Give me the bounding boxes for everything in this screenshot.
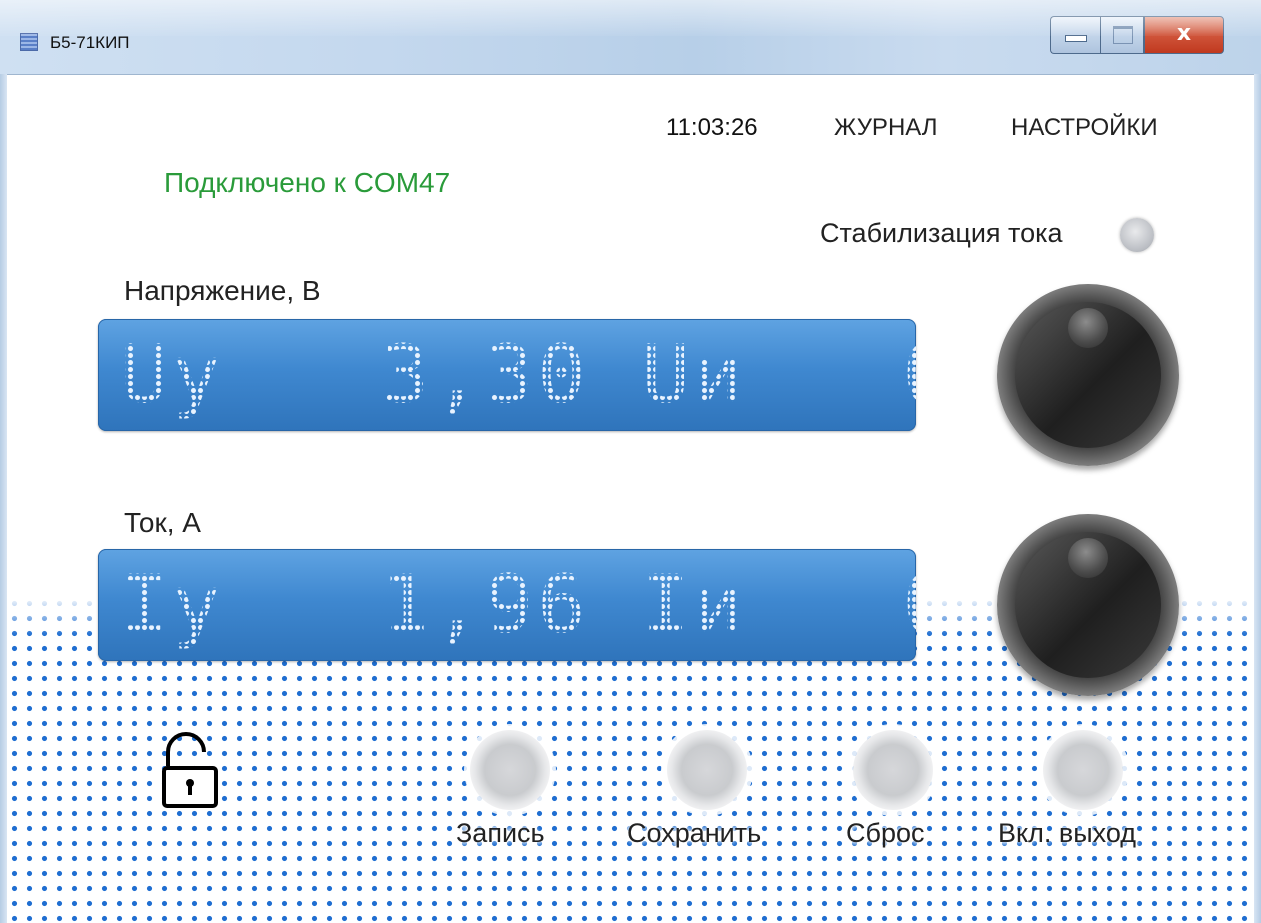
output-on-button-label: Вкл. выход [998, 818, 1137, 848]
window-frame-right [1254, 74, 1261, 923]
title-bar[interactable]: Б5-71КИП x [0, 0, 1261, 75]
current-label: Ток, А [124, 507, 201, 538]
current-display-text: Iу 1,96 Iи 0,00 [120, 561, 916, 649]
minimize-button[interactable] [1050, 16, 1100, 54]
record-button[interactable] [470, 730, 550, 810]
window-frame-left [0, 74, 7, 923]
record-button-label: Запись [456, 818, 545, 848]
voltage-display-text: Uу 3,30 Uи 0,00 [120, 331, 916, 419]
close-button[interactable]: x [1144, 16, 1224, 54]
voltage-display: Uу 3,30 Uи 0,00 [98, 319, 916, 431]
clock: 11:03:26 [666, 114, 758, 141]
voltage-label: Напряжение, В [124, 275, 321, 306]
app-icon [20, 33, 38, 51]
close-icon: x [1176, 21, 1192, 46]
app-window: Б5-71КИП x 11:03:26 ЖУРНАЛ НАСТРОЙКИ Под… [0, 0, 1261, 923]
current-knob[interactable] [997, 514, 1179, 696]
menu-journal[interactable]: ЖУРНАЛ [834, 114, 938, 142]
window-title: Б5-71КИП [50, 33, 130, 52]
current-stabilization-label: Стабилизация тока [820, 218, 1063, 248]
current-display: Iу 1,96 Iи 0,00 [98, 549, 916, 661]
unlocked-padlock-icon[interactable] [160, 730, 220, 810]
output-on-button[interactable] [1043, 730, 1123, 810]
save-button[interactable] [667, 730, 747, 810]
voltage-knob-grip [1068, 308, 1108, 348]
connection-status: Подключено к COM47 [164, 167, 451, 198]
maximize-button[interactable] [1100, 16, 1144, 54]
menu-settings[interactable]: НАСТРОЙКИ [1011, 114, 1158, 142]
current-stabilization-indicator [1120, 218, 1154, 252]
reset-button-label: Сброс [846, 818, 925, 848]
maximize-icon [1113, 26, 1133, 44]
minimize-icon [1065, 35, 1087, 42]
reset-button[interactable] [853, 730, 933, 810]
voltage-knob[interactable] [997, 284, 1179, 466]
current-knob-grip [1068, 538, 1108, 578]
save-button-label: Сохранить [627, 818, 762, 848]
